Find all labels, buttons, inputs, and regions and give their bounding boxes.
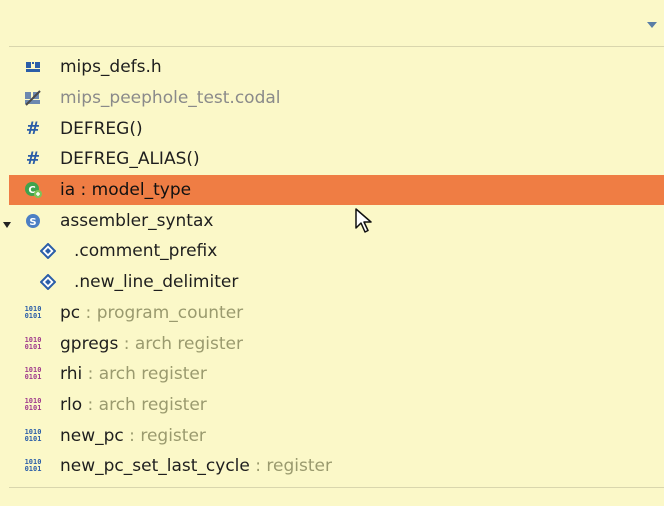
macro-hash-icon: # xyxy=(25,118,41,139)
outline-item-new-pc-set-last-cycle[interactable]: 1010 0101 new_pc_set_last_cycle : registe… xyxy=(9,451,664,482)
svg-text:S: S xyxy=(29,217,36,228)
outline-item-mips-peephole-test[interactable]: mips_peephole_test.codal xyxy=(9,83,664,114)
outline-item-label: assembler_syntax xyxy=(60,210,214,231)
outline-item-new-pc[interactable]: 1010 0101 new_pc : register xyxy=(9,420,664,451)
outline-tree: mips_defs.h mips_peephole_test.codal # D… xyxy=(3,52,664,482)
outline-item-label: gpregs xyxy=(60,333,119,354)
chevron-down-icon xyxy=(647,22,657,28)
outline-item-label: ia : model_type xyxy=(60,180,192,201)
header-file-icon xyxy=(24,58,42,76)
outline-item-mips-defs-h[interactable]: mips_defs.h xyxy=(9,52,664,83)
outline-item-label: new_pc xyxy=(60,425,124,446)
register-purple-icon: 1010 0101 xyxy=(24,396,42,412)
outline-item-assembler-syntax[interactable]: S assembler_syntax xyxy=(3,205,664,236)
outline-item-label: new_pc_set_last_cycle xyxy=(60,456,250,477)
register-purple-icon: 1010 0101 xyxy=(24,366,42,382)
outline-item-label: DEFREG_ALIAS() xyxy=(60,149,200,170)
macro-hash-icon: # xyxy=(25,149,41,170)
triangle-down-icon xyxy=(3,222,11,229)
mouse-pointer-icon xyxy=(355,208,373,234)
outline-item-comment-prefix[interactable]: .comment_prefix xyxy=(9,236,664,267)
codal-file-icon xyxy=(24,89,42,107)
outline-item-type: program_counter xyxy=(96,302,244,323)
outline-item-label: mips_peephole_test.codal xyxy=(60,88,281,109)
outline-item-defreg[interactable]: # DEFREG() xyxy=(9,113,664,144)
diamond-icon xyxy=(39,242,57,260)
register-blue-icon: 1010 0101 xyxy=(24,427,42,443)
outline-item-gpregs[interactable]: 1010 0101 gpregs : arch register xyxy=(9,328,664,359)
outline-item-label: rhi xyxy=(60,364,83,385)
outline-item-type: arch register xyxy=(98,394,207,415)
outline-item-type: register xyxy=(266,456,332,477)
model-type-icon: C xyxy=(24,181,42,199)
outline-item-type: arch register xyxy=(134,333,243,354)
outline-item-label: .new_line_delimiter xyxy=(74,272,239,293)
outline-item-new-line-delimiter[interactable]: .new_line_delimiter xyxy=(9,267,664,298)
outline-item-rhi[interactable]: 1010 0101 rhi : arch register xyxy=(9,359,664,390)
outline-item-defreg-alias[interactable]: # DEFREG_ALIAS() xyxy=(9,144,664,175)
outline-item-ia-model-type[interactable]: C ia : model_type xyxy=(9,174,664,206)
diamond-icon xyxy=(39,273,57,291)
outline-item-pc[interactable]: 1010 0101 pc : program_counter xyxy=(9,298,664,329)
outline-item-type: arch register xyxy=(98,364,207,385)
outline-item-label: pc xyxy=(60,302,81,323)
outline-item-label: .comment_prefix xyxy=(74,241,218,262)
expand-toggle[interactable] xyxy=(2,215,12,229)
outline-footer xyxy=(9,487,664,506)
outline-item-type: register xyxy=(140,425,206,446)
register-blue-icon: 1010 0101 xyxy=(24,304,42,320)
register-blue-icon: 1010 0101 xyxy=(24,458,42,474)
register-purple-icon: 1010 0101 xyxy=(24,335,42,351)
view-menu-button[interactable] xyxy=(644,16,660,30)
outline-header xyxy=(9,0,664,47)
syntax-s-icon: S xyxy=(24,212,42,230)
outline-item-label: DEFREG() xyxy=(60,118,143,139)
outline-item-label: mips_defs.h xyxy=(60,57,162,78)
outline-item-label: rlo xyxy=(60,394,83,415)
outline-popup: mips_defs.h mips_peephole_test.codal # D… xyxy=(3,0,664,506)
outline-item-rlo[interactable]: 1010 0101 rlo : arch register xyxy=(9,390,664,421)
